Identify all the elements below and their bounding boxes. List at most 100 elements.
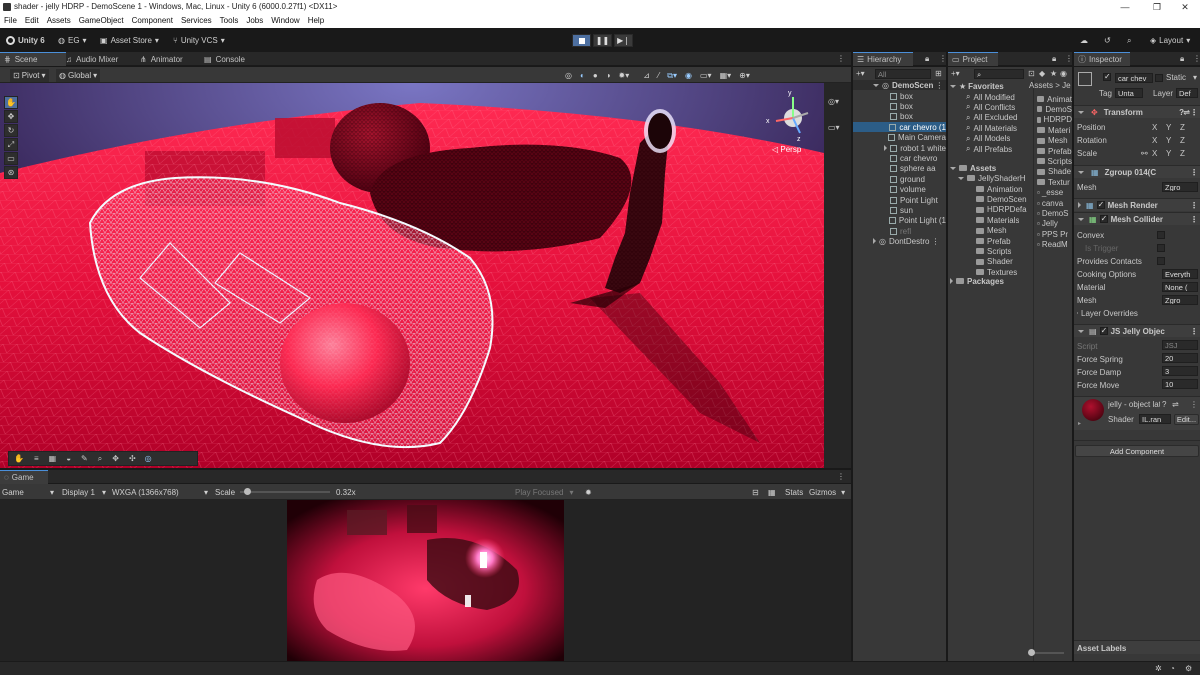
project-folder-item[interactable]: DemoScen — [976, 194, 1027, 204]
unlit-icon[interactable]: ◑ — [606, 71, 611, 80]
material-preview-sphere[interactable] — [1082, 399, 1104, 421]
menu-tools[interactable]: Tools — [216, 14, 243, 25]
contacts-checkbox[interactable] — [1157, 257, 1165, 265]
shaded-wire-icon[interactable]: ◐ — [580, 71, 585, 80]
favorite-item[interactable]: ⌕ All Models — [966, 134, 1010, 144]
tab-audio-mixer[interactable]: ♫ Audio Mixer — [62, 52, 122, 66]
grid-toggle-icon[interactable]: ▦▾ — [720, 71, 732, 80]
compass-icon[interactable]: ◎ — [145, 454, 152, 463]
hand-tool-icon[interactable]: ✋ — [4, 96, 18, 109]
lock-icon[interactable]: 🔒︎ — [1052, 54, 1056, 64]
help-icon[interactable]: ? — [1162, 400, 1166, 409]
folder-root[interactable]: JellyShaderH — [958, 173, 1026, 183]
hierarchy-item[interactable]: robot 1 white — [853, 143, 946, 153]
project-asset-item[interactable]: Animat — [1037, 94, 1072, 104]
search-filter-icon[interactable]: ⊞ — [935, 69, 942, 78]
tab-menu-icon[interactable]: ⋮ — [837, 472, 845, 481]
orbit-icon[interactable]: ◒ — [66, 454, 71, 463]
hierarchy-item[interactable]: car chevro — [853, 153, 946, 163]
tab-inspector[interactable]: ⓘ Inspector — [1074, 52, 1130, 66]
camera-settings-icon[interactable]: ▭▾ — [700, 71, 712, 80]
jelly-script-header[interactable]: ▤ JS Jelly Objec ⋮ — [1074, 324, 1200, 337]
expand-material-icon[interactable]: ▸ — [1078, 420, 1081, 427]
bug-icon[interactable]: ✲ — [1155, 664, 1162, 673]
project-asset-item[interactable]: ▫ canva — [1037, 198, 1072, 208]
star-icon[interactable]: ★ — [1050, 69, 1057, 78]
asset-labels-section[interactable]: Asset Labels — [1074, 640, 1200, 654]
move-tool-icon[interactable]: ✥ — [4, 110, 18, 123]
project-asset-item[interactable]: ▫ ReadM — [1037, 240, 1072, 250]
label-filter-icon[interactable]: ◆ — [1039, 69, 1045, 78]
wireframe-icon[interactable]: ◎ — [565, 71, 572, 80]
scale-tool-icon[interactable]: ⤢ — [4, 138, 18, 151]
rect-tool-icon[interactable]: ▭ — [4, 152, 18, 165]
hidden-count-icon[interactable]: ◉ — [1060, 69, 1067, 78]
layout-button[interactable]: ◈ Layout ▾ — [1150, 34, 1190, 47]
object-name-field[interactable]: car chev — [1115, 73, 1153, 83]
component-menu-icon[interactable]: ⋮ — [1190, 327, 1198, 336]
camera-icon[interactable]: ◎▾ — [828, 97, 839, 106]
display-dropdown[interactable]: Display 1 ▾ — [62, 486, 106, 499]
audio-toggle-icon[interactable]: ⁄ — [658, 71, 659, 80]
hierarchy-item[interactable]: car chevro (1 — [853, 122, 946, 133]
hierarchy-item[interactable]: ground — [853, 174, 946, 184]
grid-view-icon[interactable]: ▦ — [768, 486, 776, 499]
material-field[interactable]: None ( — [1162, 282, 1198, 292]
dont-destroy-root[interactable]: ◎ DontDestro ⋮ — [853, 236, 946, 246]
project-asset-item[interactable]: DemoS — [1037, 104, 1072, 114]
lock-icon[interactable]: 🔒︎ — [1180, 54, 1184, 64]
collider-mesh-field[interactable]: Zgro — [1162, 295, 1198, 305]
project-folder-item[interactable]: HDRPDefa — [976, 205, 1027, 215]
hierarchy-search-input[interactable]: All — [875, 69, 931, 79]
rotation-z-label[interactable]: Z — [1180, 136, 1185, 145]
menu-jobs[interactable]: Jobs — [242, 14, 267, 25]
position-x-label[interactable]: X — [1152, 123, 1166, 132]
2d-toggle-icon[interactable]: ⊿ — [643, 71, 650, 80]
project-asset-item[interactable]: Scripts — [1037, 156, 1072, 166]
link-icon[interactable]: ⚯ — [1141, 149, 1152, 158]
brush-icon[interactable]: ✎ — [81, 454, 88, 463]
convex-checkbox[interactable] — [1157, 231, 1165, 239]
hand-icon[interactable]: ✋ — [14, 454, 24, 463]
transform-tool-icon[interactable]: ⊛ — [4, 166, 18, 179]
add-component-button[interactable]: Add Component — [1075, 445, 1199, 457]
project-asset-item[interactable]: Mesh — [1037, 136, 1072, 146]
move-icon[interactable]: ✥ — [112, 454, 119, 463]
project-breadcrumb[interactable]: Assets > Je — [1029, 81, 1071, 90]
project-asset-item[interactable]: ▫ DemoS — [1037, 208, 1072, 218]
project-folder-item[interactable]: Mesh — [976, 226, 1007, 236]
edit-shader-button[interactable]: Edit... — [1174, 414, 1199, 425]
component-menu-icon[interactable]: ⋮ — [1190, 400, 1198, 409]
game-mode-dropdown[interactable]: Game ▾ — [2, 486, 54, 499]
tab-hierarchy[interactable]: ☰ Hierarchy — [853, 52, 913, 66]
project-asset-item[interactable]: Prefab — [1037, 146, 1072, 156]
shaded-icon[interactable]: ● — [593, 71, 598, 80]
force-move-input[interactable]: 10 — [1162, 379, 1198, 389]
add-icon[interactable]: +▾ — [856, 69, 865, 78]
menu-gameobject[interactable]: GameObject — [75, 14, 128, 25]
visibility-icon[interactable]: ◉ — [685, 71, 692, 80]
maximize-icon[interactable]: ❐ — [1142, 0, 1172, 14]
grid-snap-icon[interactable]: ▦ — [49, 454, 57, 463]
zoom-icon[interactable]: ⌕ — [98, 454, 102, 464]
hierarchy-item[interactable]: box — [853, 112, 946, 122]
scale-y-label[interactable]: Y — [1166, 149, 1180, 158]
force-spring-input[interactable]: 20 — [1162, 353, 1198, 363]
transform-header[interactable]: ✥ Transform? ⇌ ⋮ — [1074, 105, 1200, 118]
position-z-label[interactable]: Z — [1180, 123, 1185, 132]
tab-menu-icon[interactable]: ⋮ — [1193, 54, 1200, 63]
stats-button[interactable]: Stats — [785, 486, 803, 499]
scale-slider-knob[interactable] — [244, 488, 252, 495]
layer-dropdown[interactable]: Def — [1176, 88, 1198, 98]
favorites-root[interactable]: ★ Favorites — [948, 81, 1004, 91]
mesh-renderer-header[interactable]: ▦ Mesh Render ⋮ — [1074, 198, 1200, 211]
icon-size-slider[interactable] — [1028, 649, 1064, 656]
layer-overrides-row[interactable]: Layer Overrides — [1077, 307, 1198, 319]
pause-button[interactable]: ❚❚ — [593, 34, 612, 47]
persp-label[interactable]: ◁ Persp — [772, 145, 801, 154]
scene-menu-icon[interactable]: ⋮ — [931, 237, 939, 246]
project-folder-item[interactable]: Prefab — [976, 236, 1011, 246]
tag-dropdown[interactable]: Unta — [1115, 88, 1143, 98]
scene-viewport[interactable]: y x z ◁ Persp ✋ ✥ ↻ ⤢ ▭ ⊛ ✋ ≡ ▦ ◒ ✎ ⌕ ✥ … — [0, 83, 824, 468]
scale-z-label[interactable]: Z — [1180, 149, 1185, 158]
